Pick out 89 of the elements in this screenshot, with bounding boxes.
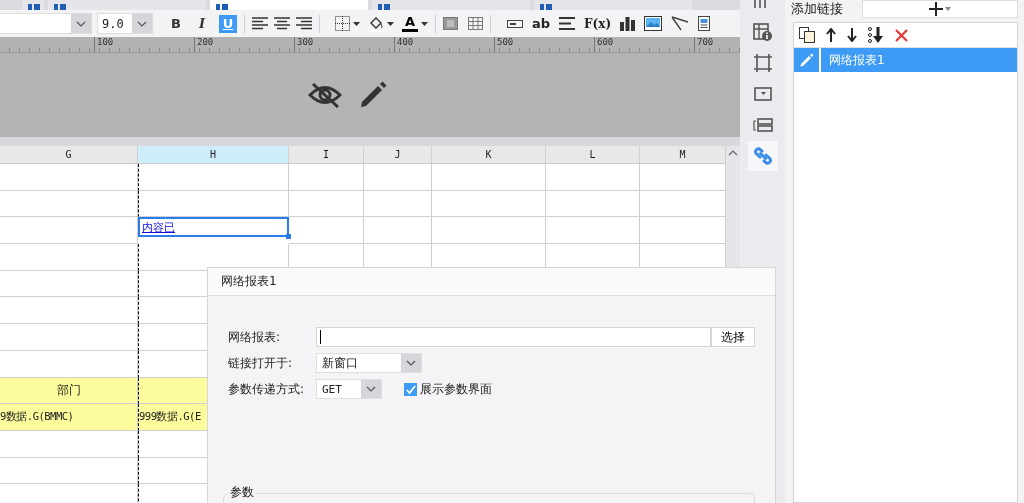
caret-icon[interactable] [387, 21, 394, 26]
scroll-up-icon[interactable] [728, 150, 738, 156]
arrow-down-icon [847, 28, 857, 42]
file-icon [378, 4, 390, 10]
file-tab[interactable] [372, 0, 530, 10]
file-icon [54, 4, 66, 10]
checkbox[interactable] [404, 382, 417, 396]
chevron-down-icon[interactable] [406, 360, 416, 366]
frame-icon[interactable] [753, 54, 772, 72]
text-field-icon[interactable] [507, 19, 523, 28]
checkbox-label: 展示参数界面 [420, 380, 492, 398]
choose-button[interactable]: 选择 [711, 327, 755, 347]
column-header[interactable]: G [0, 146, 138, 164]
file-icon [28, 4, 40, 10]
field-label: 链接打开于: [228, 354, 294, 372]
list-box-icon[interactable] [752, 118, 773, 132]
ruler-mark: 400 [394, 37, 494, 52]
dropdown-field[interactable]: 新窗口 [316, 353, 422, 373]
table-cell [364, 164, 432, 191]
fill-bucket-icon[interactable] [368, 15, 384, 32]
bar-chart-icon[interactable] [620, 16, 636, 31]
table-grid-icon[interactable] [468, 17, 483, 30]
merge-cells-icon[interactable] [443, 17, 458, 30]
copy-icon [799, 27, 815, 43]
add-link-button[interactable] [862, 0, 1018, 18]
delete-button[interactable] [895, 28, 908, 42]
input-field[interactable] [316, 327, 712, 347]
side-tool-button[interactable] [747, 141, 778, 171]
move-up-button[interactable] [826, 28, 836, 42]
file-tab[interactable] [534, 0, 692, 10]
caret-icon[interactable] [353, 21, 360, 26]
column-header[interactable]: I [289, 146, 364, 164]
font-name-field[interactable] [0, 13, 92, 34]
paragraph-icon[interactable] [559, 17, 576, 30]
copy-button[interactable] [799, 27, 815, 43]
file-tab[interactable] [210, 0, 368, 10]
column-header[interactable]: H [138, 146, 289, 164]
ruler-mark: 200 [194, 37, 294, 52]
image-icon[interactable] [644, 16, 663, 31]
format-button[interactable]: I [193, 14, 211, 33]
ruler-mark: 100 [94, 37, 194, 52]
font-color-button[interactable]: A [402, 15, 418, 32]
align-left-icon[interactable] [252, 17, 268, 30]
table-cell: 9数据.G(BMMC) [0, 404, 138, 431]
field-label: 网络报表: [228, 328, 282, 346]
dialog-title: 网络报表1 [208, 268, 775, 296]
plus-icon [929, 1, 943, 16]
ruler-mark: 300 [294, 37, 394, 52]
file-tab[interactable] [22, 0, 44, 10]
ruler-mark: 600 [594, 37, 694, 52]
dropdown-field[interactable]: GET [316, 379, 382, 399]
ruler-mark: 500 [494, 37, 594, 52]
align-center-icon[interactable] [274, 17, 290, 30]
column-header[interactable]: K [432, 146, 546, 164]
move-bottom-icon [868, 27, 884, 43]
column-header[interactable]: M [640, 146, 726, 164]
move-to-bottom-button[interactable] [868, 27, 884, 43]
diagonal-line-icon[interactable] [671, 16, 690, 31]
close-icon [895, 28, 908, 42]
file-icon [216, 4, 228, 10]
column-header[interactable]: L [546, 146, 640, 164]
file-tab[interactable] [48, 0, 206, 10]
text-button[interactable]: ab [532, 16, 551, 31]
dropdown-box-icon[interactable] [753, 87, 772, 101]
border-icon[interactable] [335, 16, 350, 31]
table-info-icon[interactable] [752, 23, 773, 41]
format-button[interactable]: B [167, 14, 185, 33]
column-header[interactable]: J [364, 146, 432, 164]
chevron-down-icon[interactable] [76, 20, 86, 27]
align-right-icon[interactable] [296, 17, 312, 30]
arrow-up-icon [826, 28, 836, 42]
panel-title: 添加链接 [791, 0, 844, 18]
document-icon[interactable] [698, 16, 711, 31]
field-label: 参数传递方式: [228, 380, 306, 398]
chevron-down-icon[interactable] [366, 386, 376, 392]
formula-button[interactable]: F(x) [584, 16, 612, 31]
move-down-button[interactable] [847, 28, 857, 42]
table-cell: 内容已 [138, 217, 289, 238]
caret-icon[interactable] [421, 21, 428, 26]
chevron-down-icon[interactable] [137, 20, 147, 27]
caret-icon [945, 6, 951, 11]
check-icon [405, 383, 416, 395]
file-icon [540, 4, 552, 10]
pencil-icon[interactable] [358, 80, 388, 110]
font-size-field[interactable]: 9.0 [97, 13, 153, 34]
link-icon[interactable] [753, 147, 772, 165]
group-label: 参数 [228, 485, 256, 499]
pencil-icon [799, 53, 814, 67]
eye-slash-icon[interactable] [308, 82, 342, 108]
